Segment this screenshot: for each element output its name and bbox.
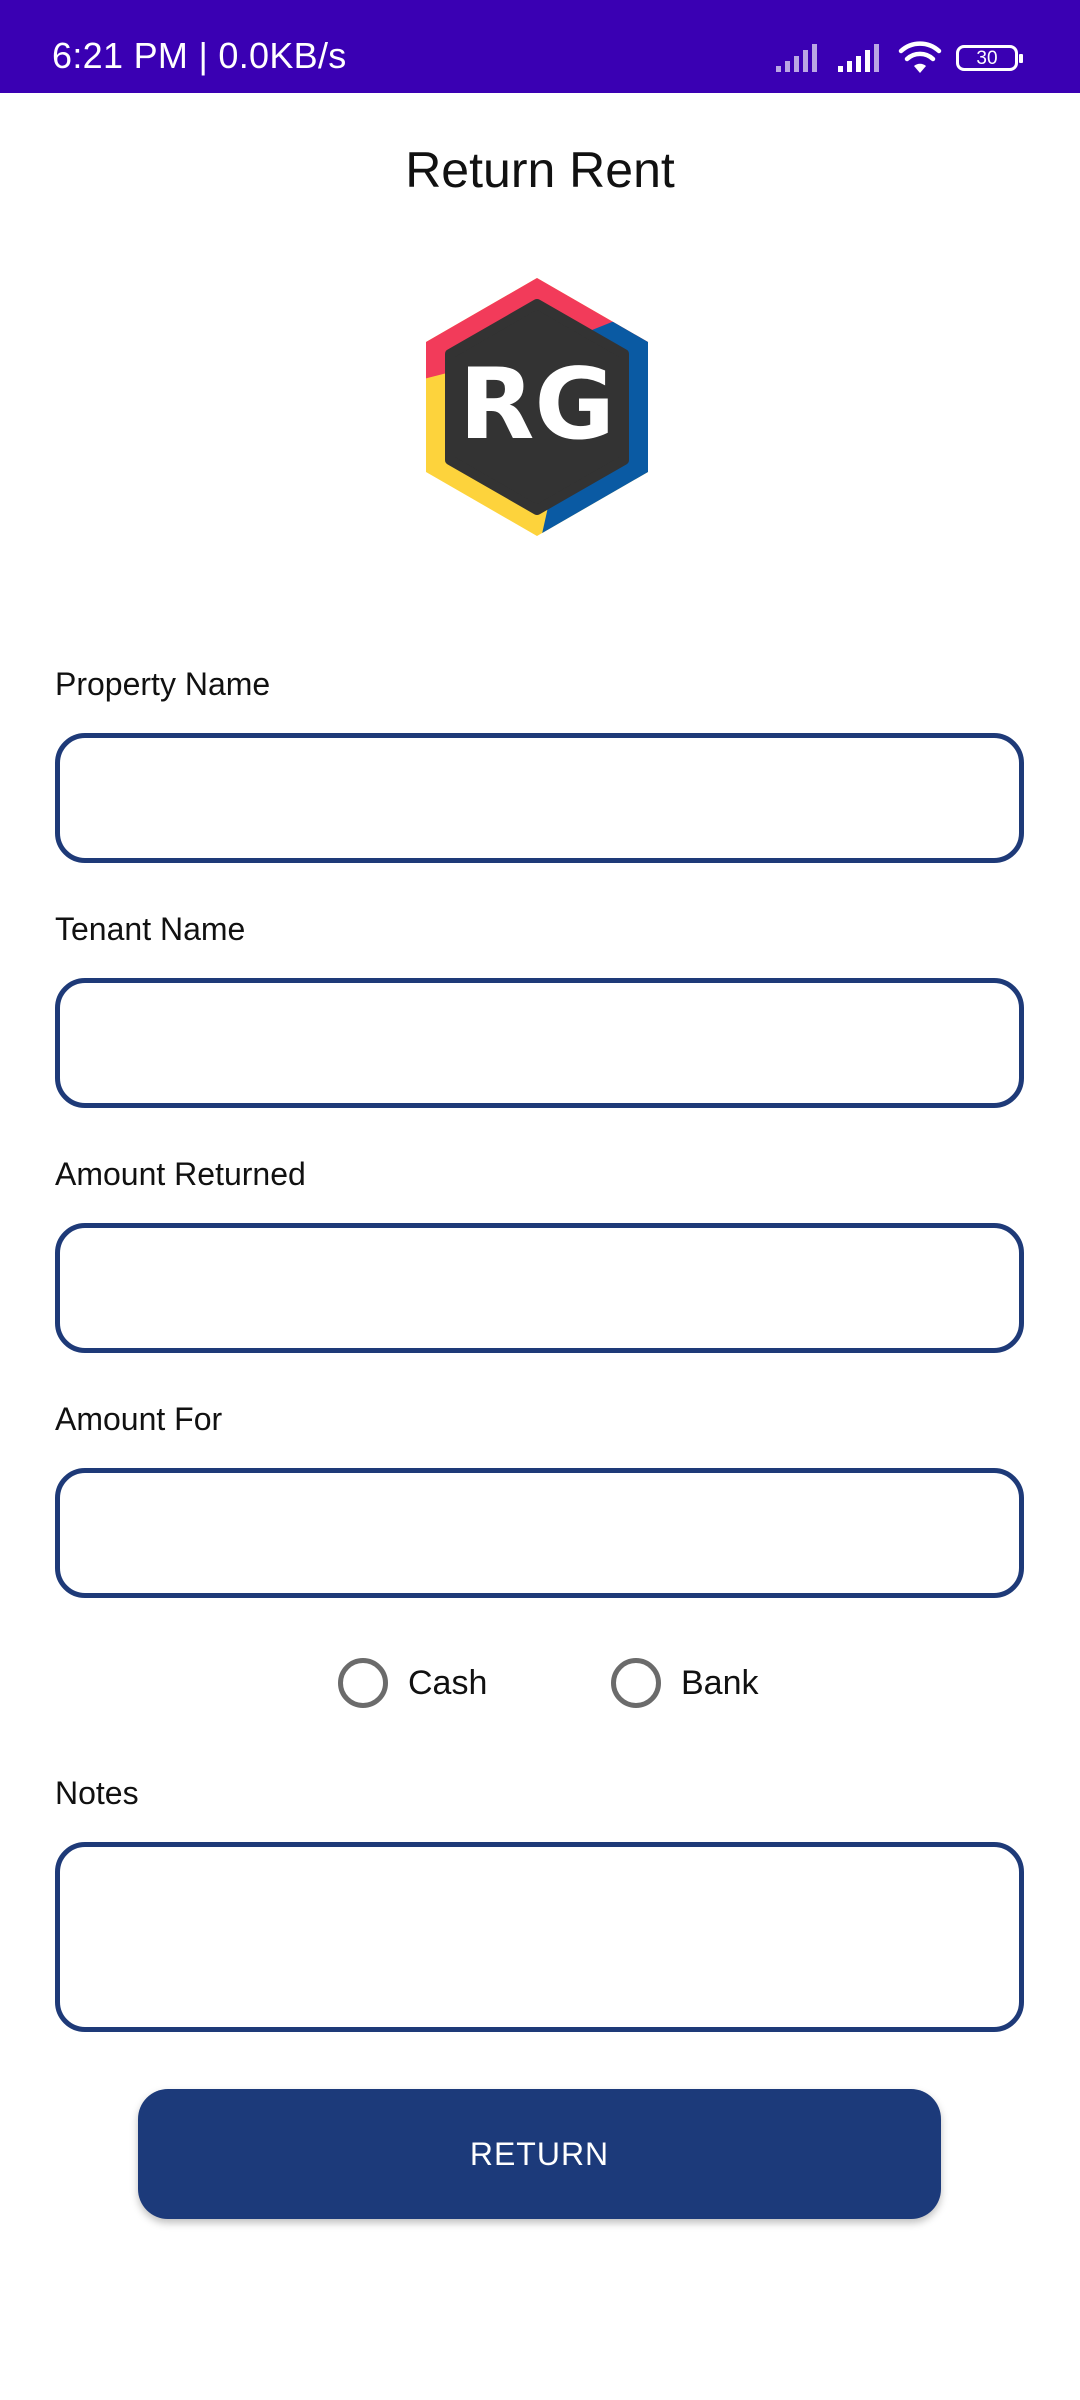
battery-icon: 30 (956, 45, 1023, 71)
notes-input[interactable] (55, 1842, 1024, 2032)
notes-label: Notes (55, 1775, 139, 1811)
amount-for-input[interactable] (55, 1468, 1024, 1598)
property-name-label: Property Name (55, 666, 271, 702)
rg-logo: RG (426, 278, 648, 536)
cash-radio-button[interactable] (338, 1658, 388, 1708)
amount-for-label: Amount For (55, 1401, 223, 1437)
bank-radio-option[interactable]: Bank (611, 1654, 759, 1712)
status-icons: 30 (774, 40, 1023, 76)
amount-returned-label: Amount Returned (55, 1156, 306, 1192)
status-time: 6:21 PM | 0.0KB/s (52, 35, 347, 76)
tenant-name-input[interactable] (55, 978, 1024, 1108)
signal-icon (776, 44, 817, 72)
signal-icon (838, 44, 879, 72)
battery-level: 30 (976, 47, 998, 69)
page-title: Return Rent (405, 142, 675, 198)
cash-radio-label: Cash (408, 1663, 488, 1702)
wifi-icon (898, 41, 942, 73)
cash-radio-option[interactable]: Cash (338, 1654, 487, 1712)
bank-radio-button[interactable] (611, 1658, 661, 1708)
bank-radio-label: Bank (681, 1663, 759, 1702)
amount-returned-input[interactable] (55, 1223, 1024, 1353)
return-button[interactable]: RETURN (138, 2089, 941, 2219)
logo-text: RG (459, 348, 615, 462)
property-name-input[interactable] (55, 733, 1024, 863)
status-bar: 6:21 PM | 0.0KB/s 30 (0, 0, 1080, 93)
tenant-name-label: Tenant Name (55, 911, 246, 947)
